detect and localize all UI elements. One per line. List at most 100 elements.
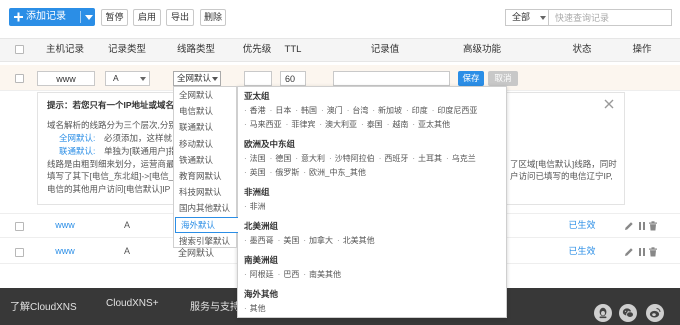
line-option[interactable]: 全网默认 — [174, 87, 236, 103]
region-option[interactable]: 法国 — [244, 154, 266, 163]
record-type-select[interactable]: A — [105, 71, 150, 86]
region-option[interactable]: 印度 — [406, 106, 428, 115]
line-option[interactable]: 联通默认 — [174, 119, 236, 135]
record-host[interactable]: www — [35, 213, 95, 238]
save-button[interactable]: 保存 — [458, 71, 484, 86]
region-option[interactable]: 西班牙 — [379, 154, 409, 163]
record-host[interactable]: www — [35, 239, 95, 264]
line-option[interactable]: 科技网默认 — [174, 184, 236, 200]
region-option[interactable]: 澳门 — [321, 106, 343, 115]
line-option[interactable]: 教育网默认 — [174, 168, 236, 184]
line-option-selected[interactable]: 海外默认 — [175, 216, 238, 233]
region-option[interactable]: 菲律宾 — [286, 120, 316, 129]
region-option[interactable]: 台湾 — [347, 106, 369, 115]
host-input[interactable] — [37, 71, 95, 86]
cancel-button[interactable]: 取消 — [488, 71, 518, 86]
region-option[interactable]: 非洲 — [244, 202, 266, 211]
chevron-down-icon — [212, 77, 218, 81]
region-option[interactable]: 德国 — [270, 154, 292, 163]
region-group-title: 亚太组 — [244, 91, 270, 101]
pause-button[interactable]: 暂停 — [101, 9, 128, 26]
region-option[interactable]: 美国 — [278, 236, 300, 245]
tip-line: 电信的其他用户访问[电信默认]IP — [47, 184, 170, 195]
region-row: 非洲 — [244, 200, 500, 214]
region-option[interactable]: 香港 — [244, 106, 266, 115]
wechat-icon[interactable] — [619, 304, 637, 322]
region-option[interactable]: 澳大利亚 — [319, 120, 357, 129]
search-input[interactable] — [549, 9, 672, 26]
footer-link-about[interactable]: 了解CloudXNS — [10, 298, 77, 313]
region-option[interactable]: 韩国 — [295, 106, 317, 115]
region-option[interactable]: 新加坡 — [372, 106, 402, 115]
region-option[interactable]: 北美其他 — [337, 236, 375, 245]
region-group-title: 海外其他 — [244, 289, 279, 299]
region-option[interactable]: 阿根廷 — [244, 270, 274, 279]
region-option[interactable]: 南美其他 — [303, 270, 341, 279]
header-record-type: 记录类型 — [107, 44, 146, 55]
region-option[interactable]: 泰国 — [361, 120, 383, 129]
tip-line-text: 线路是由粗到细来划分，运营商最粗 — [47, 159, 184, 169]
delete-icon[interactable] — [648, 221, 658, 231]
region-option[interactable]: 意大利 — [295, 154, 325, 163]
qq-icon[interactable] — [594, 304, 612, 322]
region-option[interactable]: 俄罗斯 — [270, 168, 300, 177]
region-row: 英国俄罗斯欧洲_中东_其他 — [244, 166, 500, 180]
region-option[interactable]: 巴西 — [278, 270, 300, 279]
edit-icon[interactable] — [624, 247, 634, 257]
region-option[interactable]: 其他 — [244, 304, 266, 313]
region-group: 北美洲组墨西哥美国加拿大北美其他 — [244, 219, 500, 248]
line-type-dropdown: 全网默认 电信默认 联通默认 移动默认 铁通默认 教育网默认 科技网默认 国内其他默认 海外默认… — [173, 86, 238, 249]
delete-icon[interactable] — [648, 247, 658, 257]
region-option[interactable]: 沙特阿拉伯 — [329, 154, 375, 163]
region-option[interactable]: 越南 — [387, 120, 409, 129]
ttl-input[interactable] — [280, 71, 306, 86]
add-record-button[interactable]: 添加记录 — [9, 8, 95, 26]
priority-input[interactable] — [244, 71, 272, 86]
edit-icon[interactable] — [624, 221, 634, 231]
region-option[interactable]: 欧洲_中东_其他 — [303, 168, 366, 177]
region-option[interactable]: 土耳其 — [412, 154, 442, 163]
line-option[interactable]: 搜索引擎默认 — [174, 233, 236, 249]
region-option[interactable]: 印度尼西亚 — [432, 106, 478, 115]
record-type: A — [123, 246, 130, 256]
chevron-down-icon[interactable] — [85, 15, 93, 20]
row-checkbox[interactable] — [15, 248, 24, 257]
region-row: 其他 — [244, 302, 500, 316]
row-checkbox[interactable] — [15, 74, 24, 83]
tip-line: 线路是由粗到细来划分，运营商最粗 — [47, 159, 183, 170]
header-priority: 优先级 — [242, 44, 272, 55]
tip-line-continued: 户访问已填写的电信辽宁IP, — [510, 171, 613, 181]
region-option[interactable]: 墨西哥 — [244, 236, 274, 245]
weibo-icon[interactable] — [646, 304, 664, 322]
region-option[interactable]: 乌克兰 — [446, 154, 476, 163]
filter-select[interactable]: 全部 — [505, 9, 549, 26]
row-checkbox[interactable] — [15, 222, 24, 231]
line-type-select[interactable]: 全网默认 — [173, 71, 221, 86]
pause-icon[interactable] — [637, 221, 647, 231]
region-group-title: 北美洲组 — [244, 221, 279, 231]
delete-button[interactable]: 删除 — [200, 9, 226, 26]
record-value-input[interactable] — [333, 71, 450, 86]
header-actions: 操作 — [632, 44, 652, 55]
line-option[interactable]: 铁通默认 — [174, 152, 236, 168]
region-option[interactable]: 加拿大 — [303, 236, 333, 245]
header-status: 状态 — [572, 44, 592, 55]
select-all-checkbox[interactable] — [15, 45, 24, 54]
footer-link-support[interactable]: 服务与支持 — [190, 298, 240, 313]
line-option[interactable]: 国内其他默认 — [174, 200, 236, 216]
close-icon[interactable] — [604, 99, 614, 109]
record-type-value: A — [113, 73, 119, 83]
line-option[interactable]: 移动默认 — [174, 136, 236, 152]
region-option[interactable]: 马来西亚 — [244, 120, 282, 129]
line-option[interactable]: 电信默认 — [174, 103, 236, 119]
region-group: 欧洲及中东组法国德国意大利沙特阿拉伯西班牙土耳其乌克兰英国俄罗斯欧洲_中东_其他 — [244, 137, 500, 180]
region-option[interactable]: 日本 — [270, 106, 292, 115]
record-type: A — [123, 220, 130, 230]
footer-link-cloudxns-plus[interactable]: CloudXNS+ — [106, 298, 159, 309]
region-option[interactable]: 亚太其他 — [412, 120, 450, 129]
pause-icon[interactable] — [637, 247, 647, 257]
enable-button[interactable]: 启用 — [133, 9, 161, 26]
region-option[interactable]: 英国 — [244, 168, 266, 177]
export-button[interactable]: 导出 — [166, 9, 194, 26]
add-record-label: 添加记录 — [26, 11, 66, 22]
